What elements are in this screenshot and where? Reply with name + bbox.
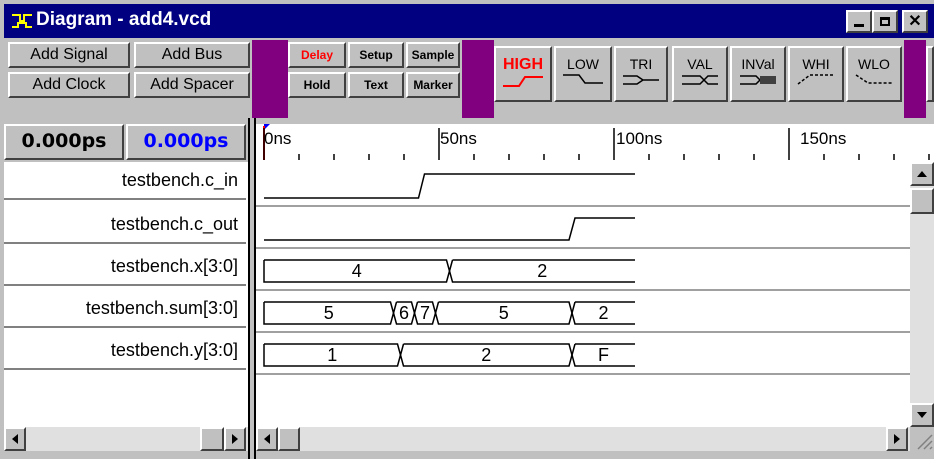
arrow-right-icon (232, 434, 238, 444)
minimize-button[interactable] (846, 10, 872, 33)
signal-trace-c_in (264, 173, 635, 199)
close-icon: ✕ (908, 13, 922, 30)
close-button[interactable]: ✕ (902, 10, 928, 33)
add-spacer-button[interactable]: Add Spacer (134, 72, 250, 98)
signal-name-c-in[interactable]: testbench.c_in (4, 162, 246, 200)
resize-grip[interactable] (910, 427, 934, 451)
arrow-down-icon (917, 412, 927, 418)
waveform-scroll-right-button[interactable] (886, 427, 908, 451)
low-button[interactable]: LOW (554, 46, 612, 102)
toolbar-separator-3 (904, 40, 926, 118)
arrow-left-icon (12, 434, 18, 444)
high-button[interactable]: HIGH (494, 46, 552, 102)
add-signal-button[interactable]: Add Signal (8, 42, 130, 68)
marker-button[interactable]: Marker (406, 72, 460, 98)
bus-value-label: 6 (399, 303, 409, 323)
scroll-down-button[interactable] (910, 403, 934, 427)
bus-value-label: 2 (481, 345, 491, 365)
names-scroll-thumb[interactable] (200, 427, 224, 451)
ruler-label-100ns: 100ns (616, 129, 662, 148)
minimize-icon (854, 24, 864, 27)
waveform-canvas[interactable]: 4 2 5 6 7 5 2 1 2 F (256, 162, 910, 427)
resize-grip-icon (917, 434, 933, 450)
waveform-scroll-thumb[interactable] (278, 427, 300, 451)
toolbar-separator (252, 40, 288, 118)
diagram-window: Diagram - add4.vcd ✕ Add Signal Add Bus … (0, 0, 934, 459)
waveform-horizontal-scrollbar[interactable] (256, 427, 910, 451)
diagram-app-icon (10, 11, 34, 31)
signal-name-sum[interactable]: testbench.sum[3:0] (4, 290, 246, 328)
panel-splitter-face (250, 118, 254, 459)
delay-button[interactable]: Delay (288, 42, 346, 68)
bus-value-label: 1 (327, 345, 337, 365)
high-label: HIGH (503, 56, 543, 73)
wlo-button[interactable]: WLO (846, 46, 902, 102)
add-clock-button[interactable]: Add Clock (8, 72, 130, 98)
toolbar-overflow-button[interactable] (926, 46, 934, 102)
bus-value-label: F (598, 345, 609, 365)
inval-button[interactable]: INVal (730, 46, 786, 102)
inval-label: INVal (741, 56, 775, 72)
bus-value-label: 5 (324, 303, 334, 323)
waveform-scroll-left-button[interactable] (256, 427, 278, 451)
bus-value-label: 4 (352, 261, 362, 281)
tri-wave-icon (623, 75, 659, 85)
ruler-label-150ns: 150ns (800, 129, 846, 148)
add-bus-button[interactable]: Add Bus (134, 42, 250, 68)
val-label: VAL (687, 56, 713, 72)
tri-label: TRI (629, 56, 653, 72)
whi-button[interactable]: WHI (788, 46, 844, 102)
toolbar-separator-2 (462, 40, 494, 118)
wlo-label: WLO (858, 56, 890, 72)
names-scroll-right-button[interactable] (224, 427, 246, 451)
bus-value-label: 2 (598, 303, 608, 323)
maximize-icon (880, 17, 890, 26)
text-button[interactable]: Text (348, 72, 404, 98)
bus-value-label: 7 (420, 303, 430, 323)
names-scroll-left-button[interactable] (4, 427, 26, 451)
bus-value-label: 2 (537, 261, 547, 281)
arrow-right-icon (894, 434, 900, 444)
val-button[interactable]: VAL (672, 46, 728, 102)
toolbar: Add Signal Add Bus Add Clock Add Spacer … (4, 40, 934, 118)
signal-trace-c_out (264, 217, 635, 241)
arrow-up-icon (917, 171, 927, 177)
tri-button[interactable]: TRI (614, 46, 668, 102)
whi-wave-icon (797, 74, 834, 85)
signal-name-c-out[interactable]: testbench.c_out (4, 206, 246, 244)
marker-time-display: 0.000ps (126, 124, 246, 160)
sample-button[interactable]: Sample (406, 42, 460, 68)
low-wave-icon (563, 74, 603, 84)
signal-name-x[interactable]: testbench.x[3:0] (4, 248, 246, 286)
signal-traces: 4 2 5 6 7 5 2 1 2 F (263, 173, 635, 367)
maximize-button[interactable] (872, 10, 898, 33)
low-label: LOW (567, 56, 599, 72)
title-bar[interactable]: Diagram - add4.vcd ✕ (4, 4, 934, 38)
whi-label: WHI (802, 56, 830, 72)
setup-button[interactable]: Setup (348, 42, 404, 68)
hold-button[interactable]: Hold (288, 72, 346, 98)
window-title: Diagram - add4.vcd (36, 9, 212, 30)
time-ruler[interactable]: 0ns 50ns 100ns 150ns (256, 124, 934, 162)
row-separators (256, 205, 910, 375)
wlo-wave-icon (855, 74, 892, 84)
arrow-left-icon (264, 434, 270, 444)
ruler-label-0ns: 0ns (264, 129, 291, 148)
scroll-up-button[interactable] (910, 162, 934, 186)
inval-wave-icon (740, 75, 776, 85)
val-wave-icon (682, 75, 718, 85)
high-wave-icon (503, 76, 543, 87)
bus-value-label: 5 (499, 303, 509, 323)
vertical-scroll-thumb[interactable] (910, 188, 934, 214)
ruler-label-50ns: 50ns (440, 129, 477, 148)
cursor-time-display: 0.000ps (4, 124, 124, 160)
signal-name-y[interactable]: testbench.y[3:0] (4, 332, 246, 370)
